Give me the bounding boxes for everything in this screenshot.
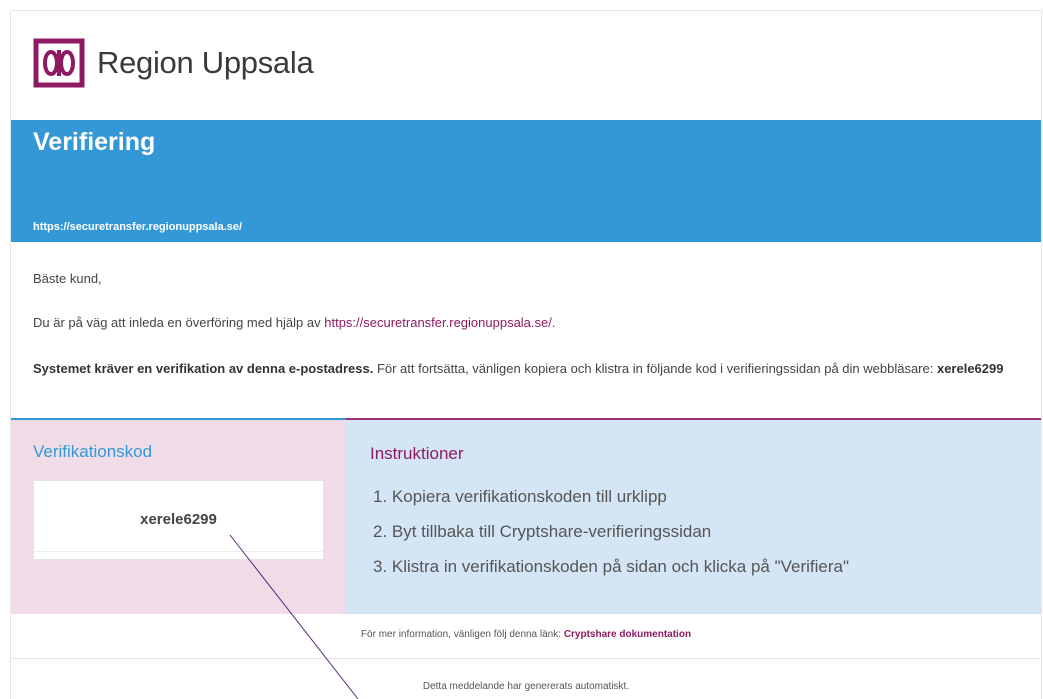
annotation-pointer-line xyxy=(229,534,359,699)
